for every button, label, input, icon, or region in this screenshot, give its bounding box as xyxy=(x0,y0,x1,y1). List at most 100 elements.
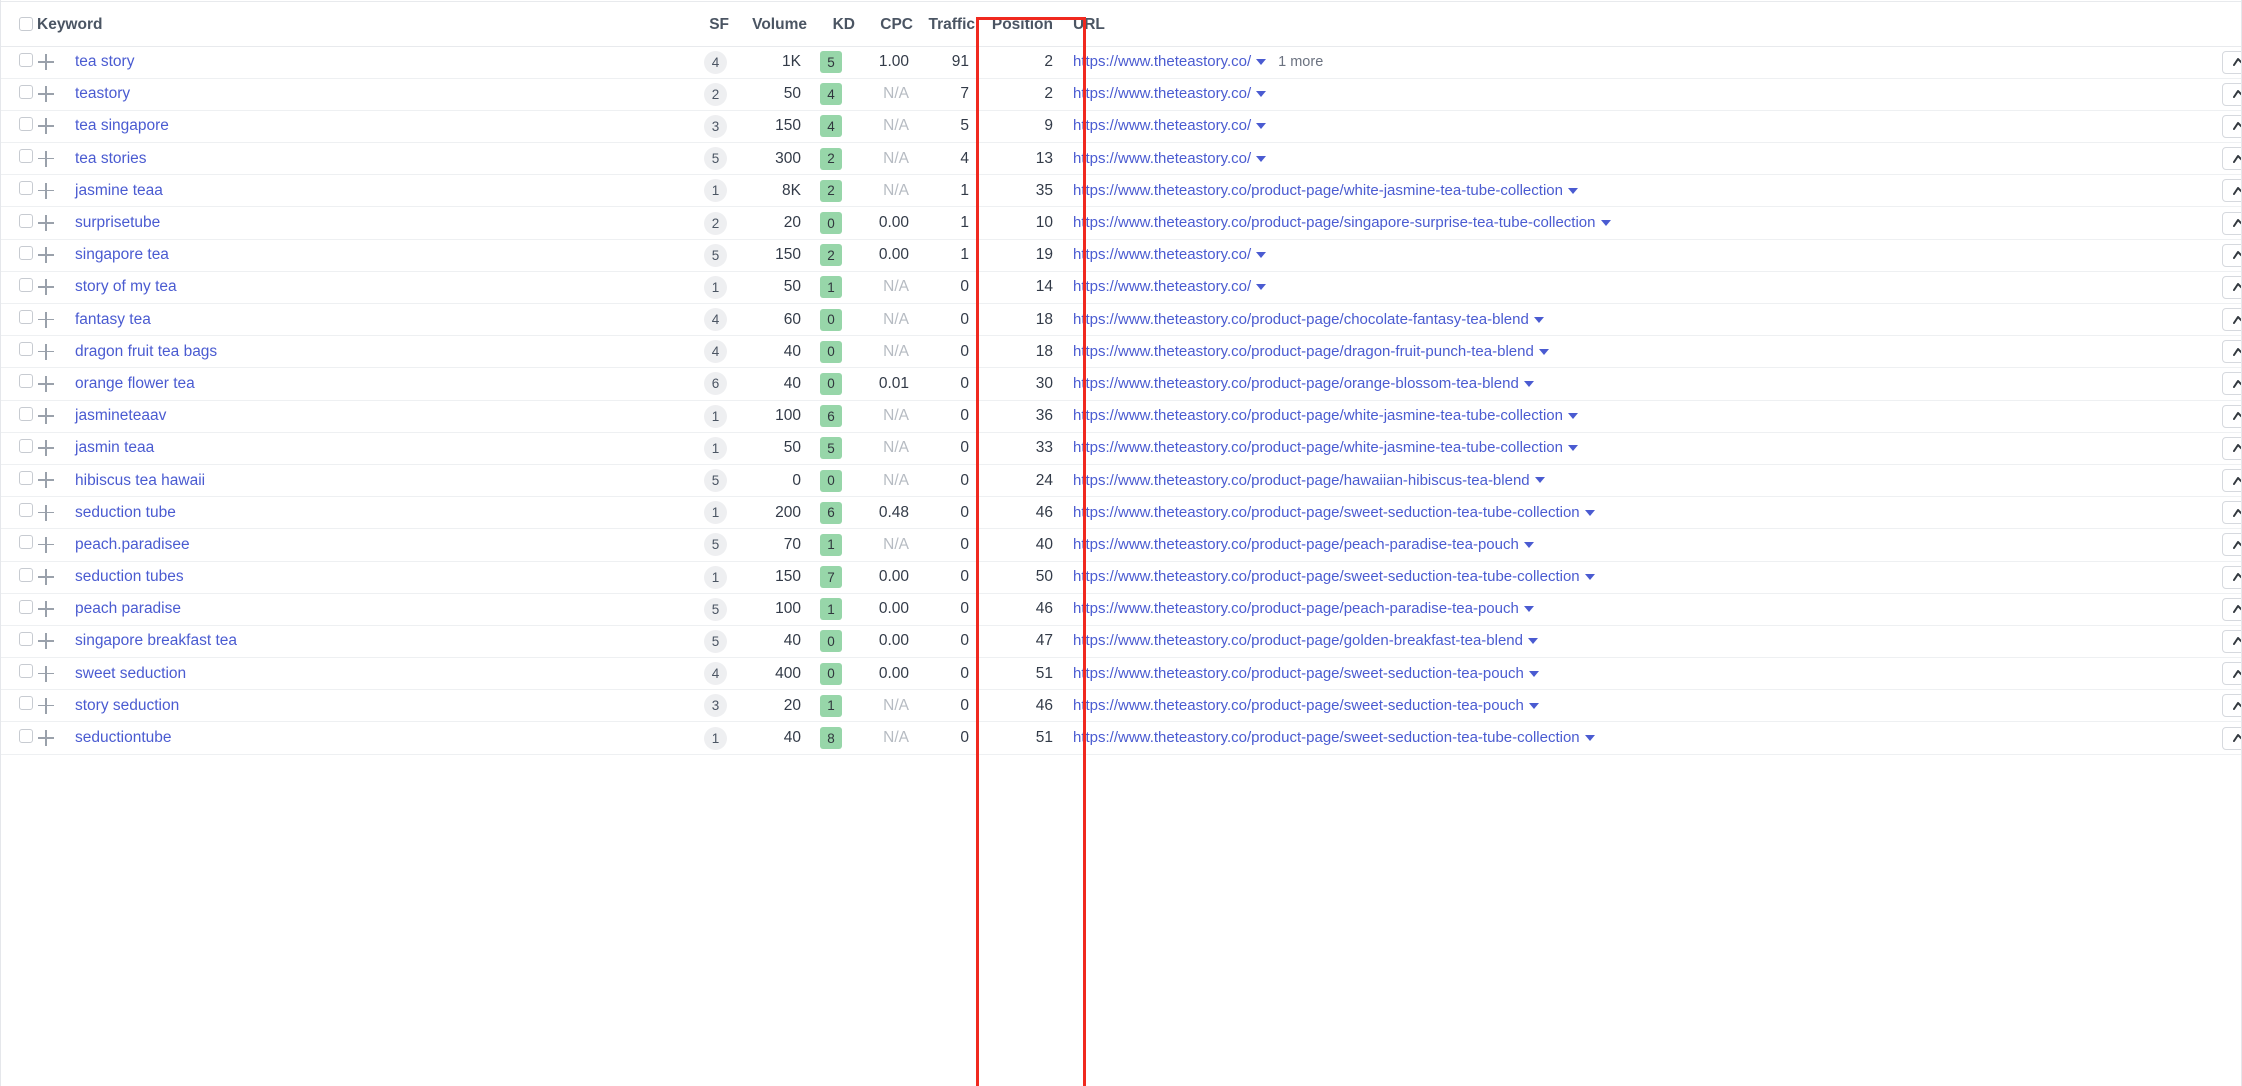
add-keyword-icon[interactable] xyxy=(37,504,55,522)
table-row[interactable]: tea story 4 1K 5 1.00 91 2 https://www.theteast… xyxy=(1,46,2241,79)
url-dropdown-caret[interactable] xyxy=(1584,734,1595,741)
url-link[interactable]: https://www.theteastory.co/product-page/… xyxy=(1073,729,1580,746)
url-link[interactable]: https://www.theteastory.co/product-page/… xyxy=(1073,182,1563,199)
column-header-volume[interactable]: Volume xyxy=(729,0,807,47)
url-dropdown-caret[interactable] xyxy=(1523,541,1534,548)
row-checkbox[interactable] xyxy=(19,535,33,550)
position-history-button[interactable] xyxy=(2222,211,2241,235)
url-dropdown-caret[interactable] xyxy=(1600,219,1611,226)
add-keyword-icon[interactable] xyxy=(37,214,55,232)
position-history-button[interactable] xyxy=(2222,662,2241,686)
add-keyword-icon[interactable] xyxy=(37,536,55,554)
keyword-link[interactable]: singapore tea xyxy=(67,246,169,263)
add-keyword-icon[interactable] xyxy=(37,471,55,489)
keyword-link[interactable]: story of my tea xyxy=(67,278,177,295)
table-row[interactable]: fantasy tea 4 60 0 N/A 0 18 https://www.theteas… xyxy=(1,303,2241,337)
add-keyword-icon[interactable] xyxy=(37,53,55,71)
url-link[interactable]: https://www.theteastory.co/product-page/… xyxy=(1073,214,1596,231)
position-history-button[interactable] xyxy=(2222,82,2241,106)
url-dropdown-caret[interactable] xyxy=(1256,91,1267,98)
add-keyword-icon[interactable] xyxy=(37,375,55,393)
url-dropdown-caret[interactable] xyxy=(1528,670,1539,677)
add-keyword-icon[interactable] xyxy=(37,697,55,715)
table-row[interactable]: seduction tube 1 200 6 0.48 0 46 https://www.th… xyxy=(1,496,2241,530)
row-checkbox[interactable] xyxy=(19,503,33,518)
add-keyword-icon[interactable] xyxy=(37,117,55,135)
url-dropdown-caret[interactable] xyxy=(1567,413,1578,420)
table-row[interactable]: dragon fruit tea bags 4 40 0 N/A 0 18 https://w… xyxy=(1,335,2241,369)
row-checkbox[interactable] xyxy=(19,342,33,357)
keyword-link[interactable]: teastory xyxy=(67,85,130,102)
position-history-button[interactable] xyxy=(2222,501,2241,525)
row-checkbox[interactable] xyxy=(19,696,33,711)
url-link[interactable]: https://www.theteastory.co/product-page/… xyxy=(1073,504,1580,521)
row-checkbox[interactable] xyxy=(19,52,33,67)
add-keyword-icon[interactable] xyxy=(37,407,55,425)
row-checkbox[interactable] xyxy=(19,599,33,614)
add-keyword-icon[interactable] xyxy=(37,343,55,361)
url-dropdown-caret[interactable] xyxy=(1528,702,1539,709)
keyword-link[interactable]: seduction tube xyxy=(67,504,176,521)
url-dropdown-caret[interactable] xyxy=(1567,445,1578,452)
position-history-button[interactable] xyxy=(2222,726,2241,750)
url-more-count[interactable]: 1 more xyxy=(1278,54,1323,70)
url-link[interactable]: https://www.theteastory.co/product-page/… xyxy=(1073,407,1563,424)
keyword-link[interactable]: jasmine teaa xyxy=(67,182,163,199)
url-link[interactable]: https://www.theteastory.co/product-page/… xyxy=(1073,343,1534,360)
keyword-link[interactable]: story seduction xyxy=(67,697,179,714)
keyword-link[interactable]: tea story xyxy=(67,53,134,70)
table-row[interactable]: singapore tea 5 150 2 0.00 1 19 https://www.the… xyxy=(1,239,2241,272)
url-link[interactable]: https://www.theteastory.co/ xyxy=(1073,85,1251,102)
url-link[interactable]: https://www.theteastory.co/product-page/… xyxy=(1073,375,1519,392)
row-checkbox[interactable] xyxy=(19,664,33,679)
url-dropdown-caret[interactable] xyxy=(1534,477,1545,484)
column-header-position[interactable]: Position xyxy=(975,0,1067,47)
url-dropdown-caret[interactable] xyxy=(1256,59,1267,65)
table-row[interactable]: teastory 2 50 4 N/A 7 2 https://www.theteastory… xyxy=(1,78,2241,111)
row-checkbox[interactable] xyxy=(19,471,33,486)
table-row[interactable]: seductiontube 1 40 8 N/A 0 51 https://www.thete… xyxy=(1,721,2241,755)
url-dropdown-caret[interactable] xyxy=(1256,252,1267,259)
url-dropdown-caret[interactable] xyxy=(1538,348,1549,355)
keyword-link[interactable]: singapore breakfast tea xyxy=(67,632,237,649)
position-history-button[interactable] xyxy=(2222,469,2241,493)
column-header-kd[interactable]: KD xyxy=(807,0,855,47)
url-link[interactable]: https://www.theteastory.co/product-page/… xyxy=(1073,632,1523,649)
row-checkbox[interactable] xyxy=(19,631,33,646)
position-history-button[interactable] xyxy=(2222,436,2241,460)
position-history-button[interactable] xyxy=(2222,597,2241,621)
keyword-link[interactable]: fantasy tea xyxy=(67,311,151,328)
position-history-button[interactable] xyxy=(2222,275,2241,299)
url-dropdown-caret[interactable] xyxy=(1567,187,1578,194)
position-history-button[interactable] xyxy=(2222,694,2241,718)
position-history-button[interactable] xyxy=(2222,50,2241,74)
position-history-button[interactable] xyxy=(2222,114,2241,138)
keyword-link[interactable]: surprisetube xyxy=(67,214,160,231)
column-header-sf[interactable]: SF xyxy=(681,0,729,47)
row-checkbox[interactable] xyxy=(19,728,33,743)
url-link[interactable]: https://www.theteastory.co/product-page/… xyxy=(1073,600,1519,617)
table-row[interactable]: sweet seduction 4 400 0 0.00 0 51 https://www.t… xyxy=(1,657,2241,691)
add-keyword-icon[interactable] xyxy=(37,729,55,747)
table-row[interactable]: singapore breakfast tea 5 40 0 0.00 0 47 https:… xyxy=(1,625,2241,659)
column-header-url[interactable]: URL xyxy=(1067,0,2211,47)
url-link[interactable]: https://www.theteastory.co/ xyxy=(1073,150,1251,167)
keyword-link[interactable]: jasmineteaav xyxy=(67,407,166,424)
position-history-button[interactable] xyxy=(2222,565,2241,589)
url-link[interactable]: https://www.theteastory.co/ xyxy=(1073,53,1251,70)
add-keyword-icon[interactable] xyxy=(37,632,55,650)
url-dropdown-caret[interactable] xyxy=(1256,284,1267,291)
url-dropdown-caret[interactable] xyxy=(1584,574,1595,580)
row-checkbox[interactable] xyxy=(19,245,33,260)
position-history-button[interactable] xyxy=(2222,404,2241,428)
keyword-link[interactable]: orange flower tea xyxy=(67,375,195,392)
position-history-button[interactable] xyxy=(2222,629,2241,653)
table-row[interactable]: seduction tubes 1 150 7 0.00 0 50 https://www.t… xyxy=(1,561,2241,594)
url-link[interactable]: https://www.theteastory.co/product-page/… xyxy=(1073,568,1580,585)
add-keyword-icon[interactable] xyxy=(37,150,55,168)
add-keyword-icon[interactable] xyxy=(37,85,55,103)
position-history-button[interactable] xyxy=(2222,243,2241,267)
add-keyword-icon[interactable] xyxy=(37,246,55,264)
url-link[interactable]: https://www.theteastory.co/product-page/… xyxy=(1073,536,1519,553)
table-row[interactable]: hibiscus tea hawaii 5 0 0 N/A 0 24 https://www.… xyxy=(1,464,2241,498)
